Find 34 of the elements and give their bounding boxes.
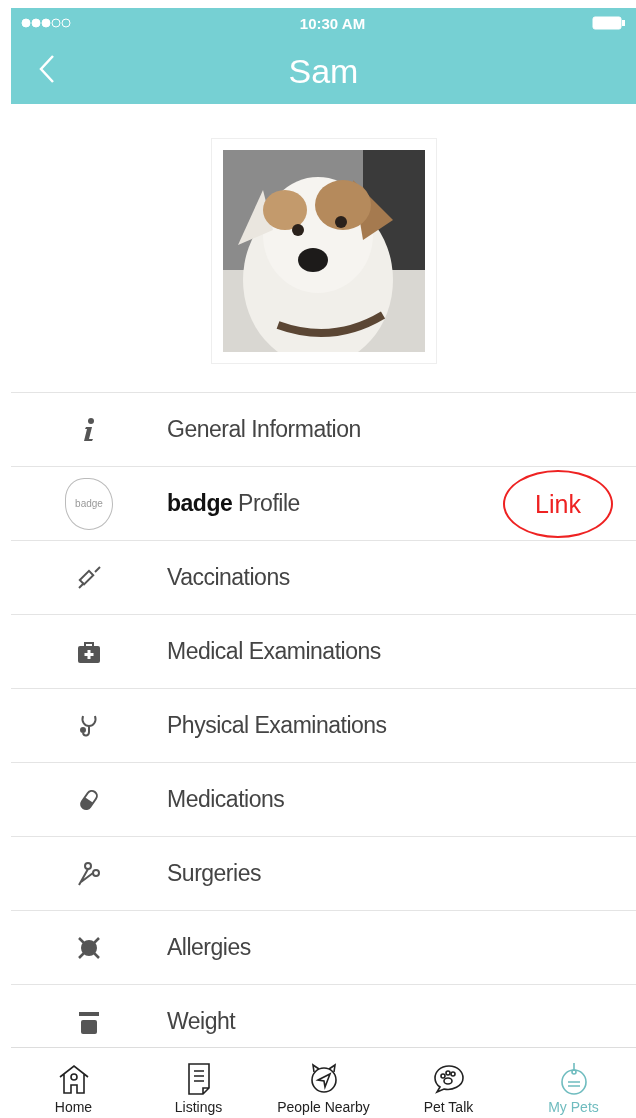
paw-chat-icon [431, 1062, 466, 1096]
status-time: 10:30 AM [299, 14, 366, 32]
back-icon[interactable] [39, 54, 55, 84]
menu-item[interactable]: Physical Examinations [11, 689, 636, 763]
menu-item[interactable]: Allergies [11, 911, 636, 985]
menu-item[interactable]: Medical Examinations [11, 615, 636, 689]
menu-label: Medications [167, 786, 285, 813]
menu-label: Physical Examinations [167, 712, 387, 739]
menu-item[interactable]: Vaccinations [11, 541, 636, 615]
menu-label: badge Profile [167, 490, 300, 517]
menu-label: Medical Examinations [167, 638, 381, 665]
menu-label: Surgeries [167, 860, 261, 887]
tab-label: People Nearby [277, 1099, 370, 1115]
menu-label: Allergies [167, 934, 251, 961]
tab[interactable]: People Nearby [261, 1048, 386, 1118]
tab[interactable]: Pet Talk [386, 1048, 511, 1118]
tab-label: Home [54, 1099, 93, 1115]
tab[interactable]: Home [11, 1048, 136, 1118]
signal-icon [21, 18, 73, 28]
header-title: Sam [288, 51, 359, 91]
tab[interactable]: Listings [136, 1048, 261, 1118]
menu-label: General Information [167, 416, 361, 443]
battery-icon [592, 16, 626, 30]
annotation-ellipse: Link [503, 470, 613, 538]
tab-label: Listings [174, 1099, 223, 1115]
menu-item[interactable]: badge badge Profile Link [11, 467, 636, 541]
menu-item[interactable]: General Information [11, 393, 636, 467]
menu-label: Weight [167, 1008, 236, 1035]
tab-label: Pet Talk [423, 1099, 474, 1115]
menu-label: Vaccinations [167, 564, 290, 591]
scissors-icon [75, 859, 103, 888]
tab-label: My Pets [548, 1099, 599, 1115]
menu-item[interactable]: Medications [11, 763, 636, 837]
menu-item[interactable]: Surgeries [11, 837, 636, 911]
